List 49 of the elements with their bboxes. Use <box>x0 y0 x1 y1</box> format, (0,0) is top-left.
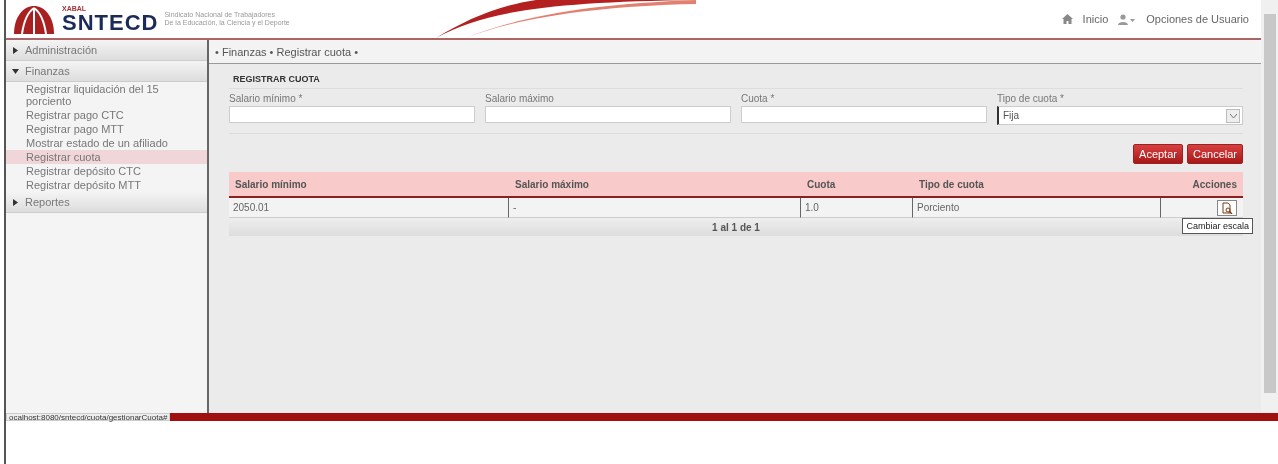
sidebar-section[interactable]: Administración <box>6 40 207 61</box>
field-label: Tipo de cuota * <box>997 93 1065 104</box>
column-header: Cuota <box>801 172 913 198</box>
scrollbar[interactable] <box>1263 14 1276 393</box>
section-label: Finanzas <box>25 65 70 77</box>
input-field[interactable] <box>229 106 475 123</box>
table-cell: 2050.01 <box>229 198 509 218</box>
logo-text: SNTECD <box>62 11 159 34</box>
sidebar-item[interactable]: Registrar cuota <box>6 150 207 164</box>
breadcrumb: • Finanzas • Registrar cuota • <box>209 40 1261 64</box>
table-cell: Porciento <box>913 198 1161 218</box>
sidebar-section[interactable]: Finanzas <box>6 61 207 82</box>
sidebar-item[interactable]: Registrar pago MTT <box>6 122 207 136</box>
home-icon <box>1061 14 1073 24</box>
logo-icon <box>12 4 56 34</box>
sidebar-item[interactable]: Registrar liquidación del 15 porciento <box>6 82 207 108</box>
sidebar-item[interactable]: Registrar pago CTC <box>6 108 207 122</box>
sidebar-item[interactable]: Registrar depósito MTT <box>6 178 207 192</box>
table-cell: 1.0 <box>801 198 913 218</box>
edit-button[interactable] <box>1217 199 1237 216</box>
input-field[interactable] <box>485 106 731 123</box>
form-button[interactable]: Aceptar <box>1133 144 1183 164</box>
status-url: ocalhost:8080/sntecd/cuota/gestionarCuota# <box>6 413 171 421</box>
form-button[interactable]: Cancelar <box>1186 144 1243 164</box>
column-header: Acciones <box>1161 172 1243 198</box>
column-header: Salario máximo <box>509 172 801 198</box>
field-label: Salario máximo <box>485 93 555 104</box>
user-dropdown-icon <box>1118 13 1137 25</box>
column-header: Salario mínimo <box>229 172 509 198</box>
field-label: Salario mínimo * <box>229 93 304 104</box>
input-field[interactable] <box>741 106 987 123</box>
nav-link[interactable]: Opciones de Usuario <box>1146 13 1249 25</box>
nav-link[interactable]: Inicio <box>1082 13 1109 25</box>
sidebar-section[interactable]: Reportes <box>6 192 207 213</box>
sidebar-item[interactable]: Registrar depósito CTC <box>6 164 207 178</box>
dropdown-caret-icon <box>1229 113 1237 118</box>
sidebar-item[interactable]: Mostrar estado de un afiliado <box>6 136 207 150</box>
collapsed-triangle-icon <box>12 198 19 206</box>
section-label: Reportes <box>25 196 70 208</box>
table-cell: - <box>509 198 801 218</box>
tooltip: Cambiar escala <box>1182 218 1253 234</box>
section-label: Administración <box>25 44 98 56</box>
field-label: Cuota * <box>741 93 776 104</box>
collapsed-triangle-icon <box>12 46 19 54</box>
expanded-triangle-icon <box>12 67 19 75</box>
column-header: Tipo de cuota <box>913 172 1161 198</box>
form-title: REGISTRAR CUOTA <box>229 70 1243 89</box>
document-magnifier-icon <box>1221 201 1233 214</box>
select-field[interactable]: Fija <box>997 106 1243 125</box>
